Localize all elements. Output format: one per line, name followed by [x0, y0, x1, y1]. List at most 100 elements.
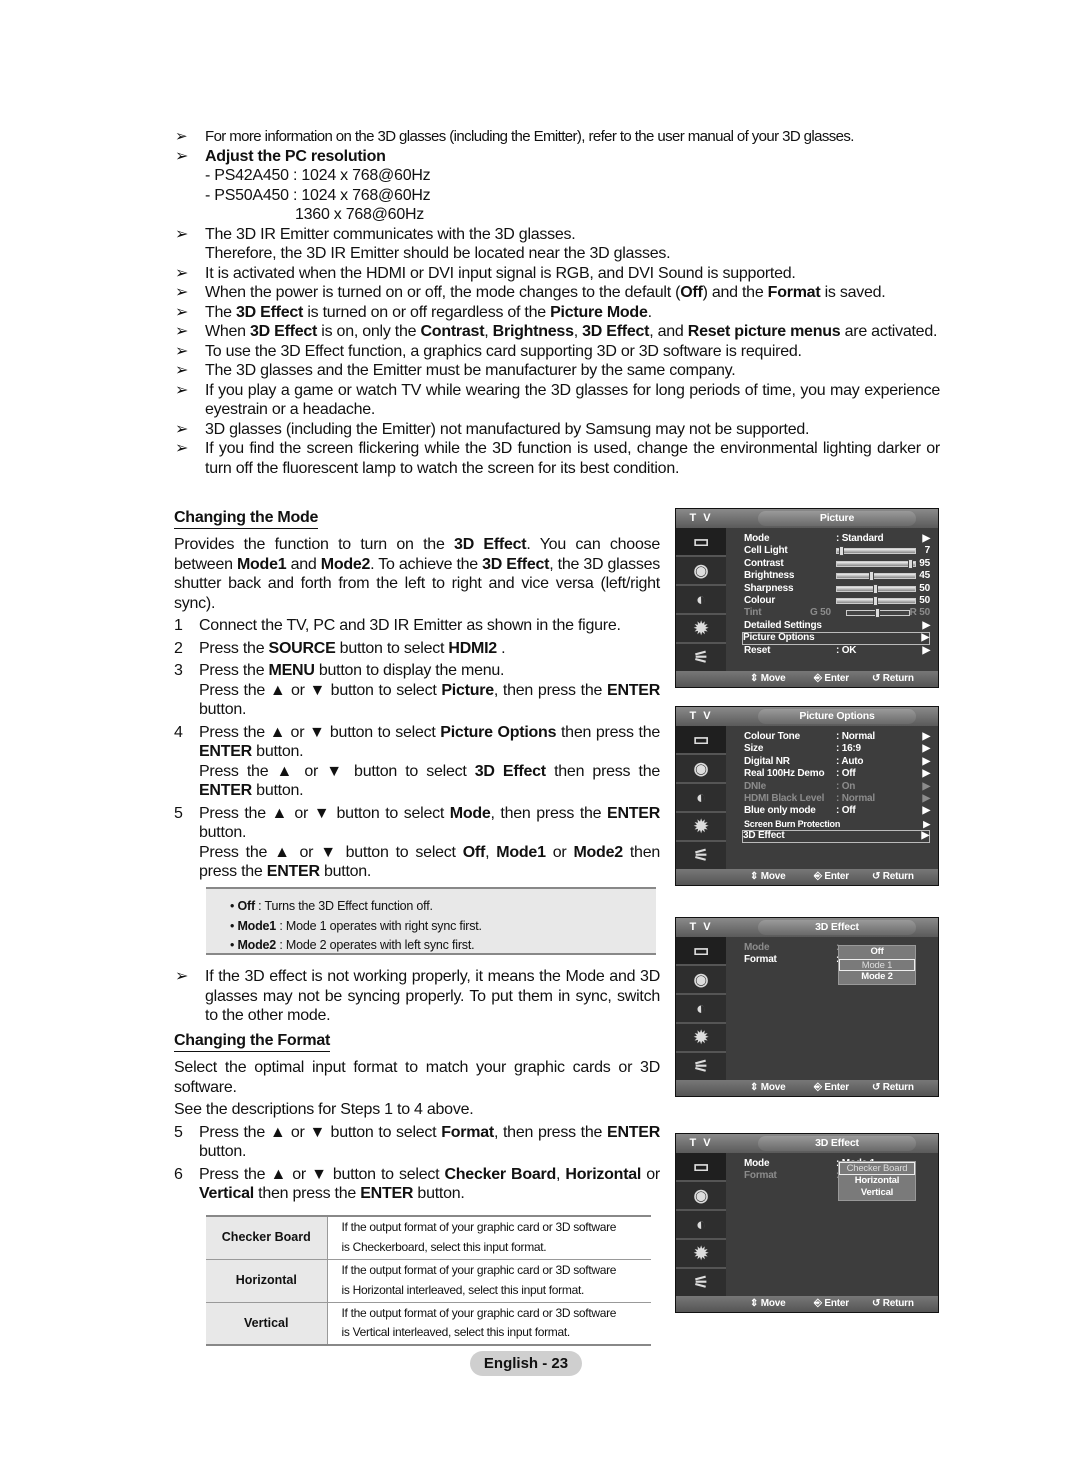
- channel-icon[interactable]: ◐: [676, 995, 726, 1024]
- menu-row[interactable]: Real 100Hz Demo: Off ▶: [744, 768, 930, 780]
- setup-icon[interactable]: ✹: [676, 813, 726, 842]
- menu-row[interactable]: Cell Light 7: [744, 545, 930, 557]
- dropdown-option[interactable]: Mode 2: [839, 971, 915, 984]
- chevron-right-icon: ▶: [922, 743, 931, 755]
- channel-icon[interactable]: ◐: [676, 784, 726, 813]
- step-item: 3 Press the MENU button to display the me…: [174, 661, 660, 720]
- step-text: Press the ▲ or ▼ button to select 3D Eff…: [199, 762, 660, 800]
- dropdown-option[interactable]: Mode 1: [839, 958, 915, 971]
- menu-title: 3D Effect: [758, 920, 916, 935]
- note-text: Adjust the PC resolution: [205, 147, 940, 167]
- sound-icon[interactable]: ◉: [676, 755, 726, 784]
- dropdown-option[interactable]: Off: [839, 946, 915, 959]
- slider-left-label: G 50: [810, 607, 831, 619]
- bold-term: Off: [462, 843, 486, 861]
- menu-row-label: Size: [744, 743, 764, 755]
- setup-icon[interactable]: ✹: [676, 1024, 726, 1053]
- note-text: 3D glasses (including the Emitter) not m…: [205, 420, 810, 438]
- enter-hint: ⎆ Enter: [814, 1298, 849, 1309]
- input-icon[interactable]: ⚟: [676, 842, 726, 871]
- format-desc: If the output format of your graphic car…: [327, 1302, 651, 1345]
- picture-icon[interactable]: ▭: [676, 937, 726, 966]
- menu-row[interactable]: Picture Options ▶: [742, 632, 930, 645]
- menu-row[interactable]: Mode: Standard ▶: [744, 533, 930, 545]
- menu-row[interactable]: Colour Tone: Normal ▶: [744, 731, 930, 743]
- menu-row[interactable]: Tint G 50 R 50: [744, 607, 930, 619]
- dropdown-option[interactable]: Checker Board: [839, 1162, 915, 1175]
- menu-row-label: Format: [744, 954, 777, 966]
- menu-row-label: Colour Tone: [744, 731, 800, 742]
- mode-intro: Provides the function to turn on the 3D …: [174, 536, 661, 612]
- menu-row[interactable]: Blue only mode: Off ▶: [744, 805, 930, 817]
- input-icon[interactable]: ⚟: [676, 644, 726, 673]
- note-item: ➢ The 3D glasses and the Emitter must be …: [175, 361, 940, 381]
- menu-row[interactable]: Brightness 45: [744, 570, 930, 582]
- setup-icon[interactable]: ✹: [676, 1240, 726, 1269]
- note-item: ➢ 3D glasses (including the Emitter) not …: [175, 420, 940, 440]
- arrow-bullet-icon: ➢: [175, 225, 189, 243]
- note-text: When the power is turned on or off, the …: [205, 284, 886, 301]
- bold-term: Mode1: [496, 843, 546, 861]
- step-text: Press the SOURCE button to select HDMI2 …: [199, 639, 506, 657]
- tv-menu-3d-effect: T V3D Effect▭◉◐✹⚟Mode: Mode 1Format:Chec…: [675, 1133, 939, 1313]
- sound-icon[interactable]: ◉: [676, 557, 726, 586]
- slider-track: [836, 546, 916, 557]
- channel-icon[interactable]: ◐: [676, 1211, 726, 1240]
- menu-row-value: : Normal: [836, 731, 875, 742]
- dropdown-option[interactable]: Horizontal: [839, 1175, 915, 1188]
- note-text: The 3D IR Emitter communicates with the …: [205, 225, 576, 243]
- menu-row-value: : Off: [836, 768, 856, 780]
- dropdown-option[interactable]: Vertical: [839, 1187, 915, 1200]
- bold-term: Mode2: [573, 843, 623, 861]
- arrow-bullet-icon: ➢: [175, 420, 189, 438]
- picture-icon[interactable]: ▭: [676, 1153, 726, 1182]
- input-icon[interactable]: ⚟: [676, 1053, 726, 1082]
- note-subline: Therefore, the 3D IR Emitter should be l…: [205, 245, 671, 262]
- menu-row[interactable]: Contrast 95: [744, 558, 930, 570]
- bold-term: Picture: [441, 681, 494, 699]
- slider-knob: [873, 583, 878, 594]
- channel-icon[interactable]: ◐: [676, 586, 726, 615]
- menu-row[interactable]: 3D Effect ▶: [742, 830, 930, 843]
- bold-term: MENU: [268, 662, 315, 679]
- menu-row[interactable]: Reset: OK ▶: [744, 645, 930, 657]
- picture-icon[interactable]: ▭: [676, 528, 726, 557]
- note-item: ➢ The 3D IR Emitter communicates with the…: [175, 225, 940, 264]
- changing-format-section: Changing the Format Select the optimal i…: [174, 1031, 660, 1204]
- bold-term: 3D Effect: [582, 323, 650, 340]
- format-name: Horizontal: [206, 1259, 328, 1303]
- bold-term: Off: [680, 284, 703, 301]
- menu-row[interactable]: DNIe: On ▶: [744, 781, 930, 793]
- menu-row-label: Cell Light: [744, 545, 788, 557]
- sound-icon[interactable]: ◉: [676, 1182, 726, 1211]
- menu-row-label: Reset: [744, 644, 771, 656]
- menu-row-label: Sharpness: [744, 582, 794, 594]
- menu-row[interactable]: Size: 16:9 ▶: [744, 743, 930, 755]
- picture-icon[interactable]: ▭: [676, 726, 726, 755]
- menu-row[interactable]: Detailed Settings ▶: [744, 620, 930, 632]
- sound-icon[interactable]: ◉: [676, 966, 726, 995]
- menu-row[interactable]: HDMI Black Level: Normal ▶: [744, 793, 930, 805]
- menu-row[interactable]: Digital NR: Auto ▶: [744, 756, 930, 768]
- menu-row-value: : Auto: [836, 755, 864, 767]
- bold-term: Vertical: [199, 1185, 254, 1202]
- input-icon[interactable]: ⚟: [676, 1269, 726, 1298]
- enter-hint: ⎆ Enter: [814, 871, 849, 882]
- setup-icon[interactable]: ✹: [676, 615, 726, 644]
- option-term: Mode1: [237, 918, 277, 933]
- step-text: Press the ▲ or ▼ button to select Off, M…: [199, 843, 660, 881]
- menu-row-label: Real 100Hz Demo: [744, 768, 825, 780]
- option-term: Off: [237, 899, 255, 913]
- menu-header: T V 3D Effect: [676, 1134, 938, 1153]
- menu-row-label: DNIe: [744, 780, 766, 792]
- bold-term: Picture Mode: [550, 303, 648, 321]
- menu-row-label: Mode: [744, 942, 770, 953]
- note-text: For more information on the 3D glasses (…: [205, 128, 854, 145]
- menu-row-label: Colour: [744, 595, 776, 606]
- menu-row-label: Tint: [744, 607, 762, 619]
- move-hint: ⇕ Move: [750, 673, 786, 684]
- menu-header: T V 3D Effect: [676, 918, 938, 937]
- menu-row[interactable]: Screen Burn Protection ▶: [744, 818, 930, 830]
- menu-row[interactable]: Colour 50: [744, 595, 930, 607]
- menu-row[interactable]: Sharpness 50: [744, 583, 930, 595]
